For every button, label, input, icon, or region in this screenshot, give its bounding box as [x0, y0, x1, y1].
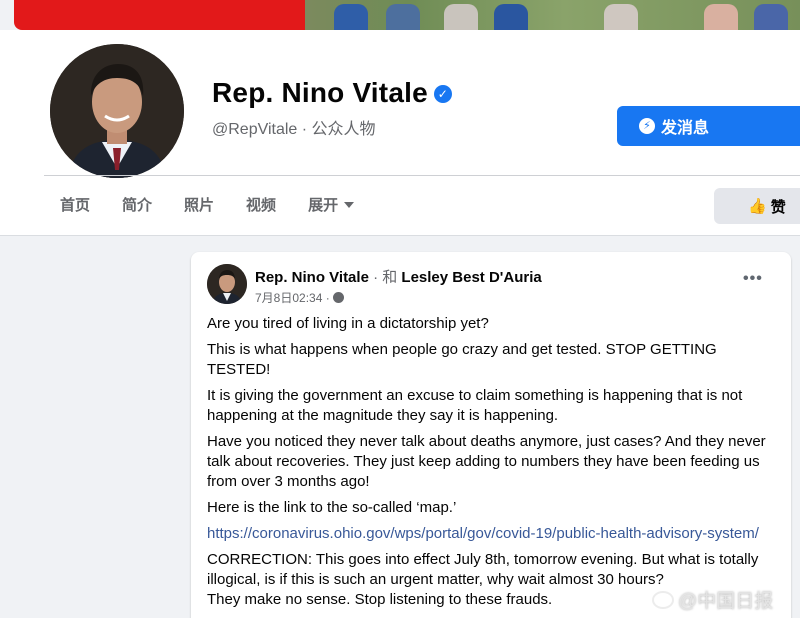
header-divider — [44, 175, 800, 176]
post-body: Are you tired of living in a dictatorshi… — [207, 314, 777, 610]
cover-person — [704, 4, 738, 30]
like-button[interactable]: 👍 赞 — [714, 188, 800, 224]
post-author-line: Rep. Nino Vitale · 和 Lesley Best D'Auria — [255, 266, 542, 287]
post-paragraph: This is what happens when people go craz… — [207, 341, 717, 378]
tab-about[interactable]: 简介 — [106, 186, 168, 226]
cover-person — [386, 4, 420, 30]
messenger-icon: ⚡ — [639, 118, 655, 134]
caret-down-icon — [344, 202, 355, 208]
cover-person — [494, 4, 528, 30]
post-author-name[interactable]: Rep. Nino Vitale — [255, 269, 369, 286]
post-tagged-name[interactable]: Lesley Best D'Auria — [401, 269, 541, 286]
cover-person — [444, 4, 478, 30]
tab-photos[interactable]: 照片 — [168, 186, 230, 226]
tab-more-label: 展开 — [308, 197, 339, 214]
page-title: Rep. Nino Vitale ✓ — [212, 77, 452, 109]
like-button-label: 赞 — [770, 198, 786, 216]
message-button[interactable]: ⚡ 发消息 — [617, 106, 800, 146]
verified-badge-icon: ✓ — [433, 85, 452, 103]
page-tabs: 首页 简介 照片 视频 展开 — [44, 186, 370, 226]
post-link-paragraph: https://coronavirus.ohio.gov/wps/portal/… — [207, 524, 777, 544]
cover-person — [334, 4, 368, 30]
watermark: @中国日报 — [652, 586, 773, 613]
page-handle-category: @RepVitale · 公众人物 — [212, 121, 376, 138]
post-paragraph: Are you tired of living in a dictatorshi… — [207, 315, 489, 332]
cover-photo — [14, 0, 800, 30]
post-link[interactable]: https://coronavirus.ohio.gov/wps/portal/… — [207, 525, 759, 542]
post-with-separator: · 和 — [368, 269, 402, 286]
weibo-logo-icon — [652, 591, 674, 609]
avatar-portrait — [50, 44, 184, 178]
post-closing-text: They make no sense. Stop listening to th… — [207, 591, 553, 608]
post-avatar-portrait — [207, 264, 247, 304]
thumbs-up-icon: 👍 — [748, 198, 767, 215]
watermark-text: @中国日报 — [678, 591, 774, 612]
post-card: Rep. Nino Vitale · 和 Lesley Best D'Auria… — [191, 252, 791, 618]
post-author-avatar[interactable] — [207, 264, 247, 304]
post-paragraph: Have you noticed they never talk about d… — [207, 433, 766, 490]
post-correction-text: CORRECTION: This goes into effect July 8… — [207, 551, 759, 588]
post-paragraph: Here is the link to the so-called ‘map.’ — [207, 499, 457, 516]
post-timestamp[interactable]: 7月8日02:34 · — [255, 291, 330, 305]
message-button-label: 发消息 — [661, 120, 710, 137]
page-name-text: Rep. Nino Vitale — [212, 77, 428, 108]
more-options-icon[interactable]: ••• — [743, 270, 763, 288]
post-timestamp-line: 7月8日02:34 · — [255, 289, 344, 306]
cover-person — [754, 4, 788, 30]
profile-header: Rep. Nino Vitale ✓ @RepVitale · 公众人物 ⚡ 发消… — [0, 30, 800, 236]
tab-home[interactable]: 首页 — [44, 186, 106, 226]
tab-videos[interactable]: 视频 — [230, 186, 292, 226]
globe-icon — [332, 292, 344, 303]
post-paragraph: It is giving the government an excuse to… — [207, 387, 743, 424]
cover-person — [604, 4, 638, 30]
tab-more[interactable]: 展开 — [292, 186, 370, 226]
profile-avatar[interactable] — [50, 44, 184, 178]
